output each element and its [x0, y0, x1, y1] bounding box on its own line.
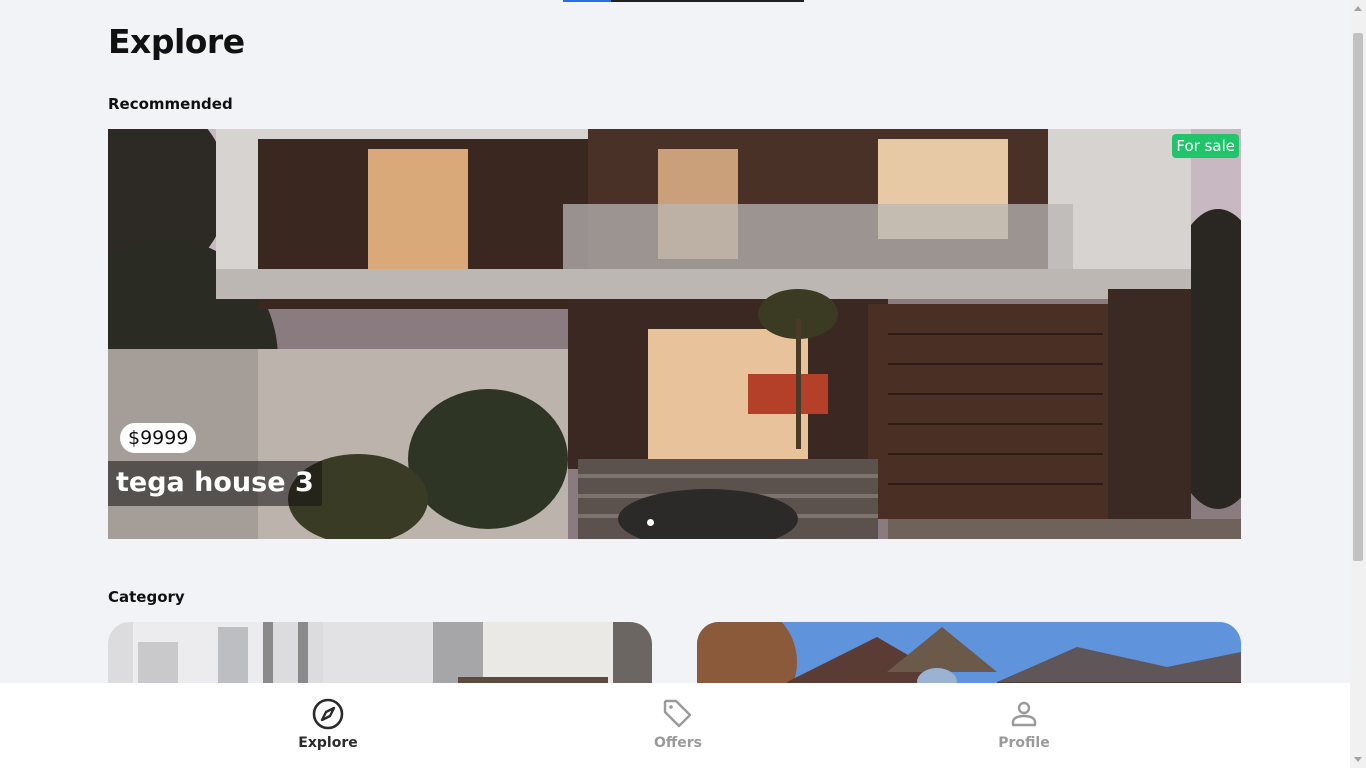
tag-icon — [663, 699, 692, 728]
property-name[interactable]: tega house 3 — [108, 461, 322, 506]
category-heading: Category — [108, 588, 185, 606]
bottom-navigation: Explore Offers Profile — [0, 683, 1350, 768]
vertical-scrollbar[interactable] — [1350, 0, 1366, 768]
person-icon — [1011, 701, 1037, 727]
nav-item-profile[interactable]: Profile — [964, 697, 1084, 751]
nav-item-explore[interactable]: Explore — [268, 697, 388, 751]
nav-label-explore: Explore — [298, 735, 358, 751]
carousel-dot[interactable] — [647, 519, 654, 526]
loading-progress-bar — [563, 0, 804, 2]
for-sale-badge: For sale — [1172, 134, 1239, 158]
compass-icon — [312, 698, 344, 730]
price-tag: $9999 — [120, 423, 197, 453]
scroll-up-arrow-icon[interactable] — [1354, 6, 1362, 11]
scrollbar-thumb[interactable] — [1353, 33, 1363, 561]
page-title: Explore — [108, 22, 245, 61]
nav-item-offers[interactable]: Offers — [618, 697, 738, 751]
nav-label-offers: Offers — [654, 735, 702, 751]
nav-label-profile: Profile — [998, 735, 1050, 751]
recommended-heading: Recommended — [108, 95, 233, 113]
scroll-down-arrow-icon[interactable] — [1354, 757, 1362, 762]
recommended-carousel-card[interactable]: For sale $9999 tega house 3 — [108, 129, 1241, 539]
